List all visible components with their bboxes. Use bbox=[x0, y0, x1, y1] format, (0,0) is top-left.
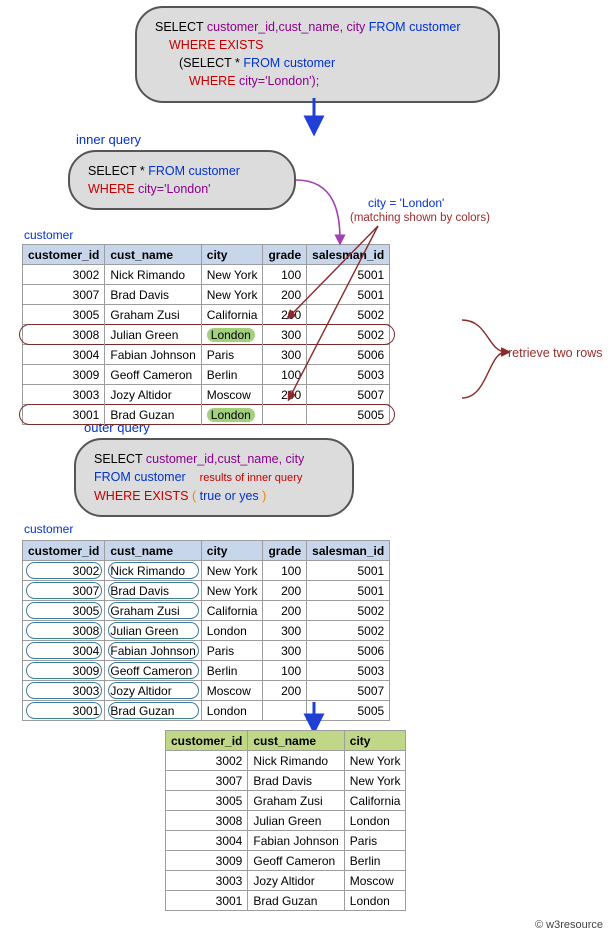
inner-query-box: SELECT * FROM customer WHERE city='Londo… bbox=[68, 150, 296, 210]
table-row: 3004Fabian JohnsonParis bbox=[166, 831, 406, 851]
inner-kw-table: customer bbox=[189, 164, 240, 178]
kw-inner-from: FROM bbox=[243, 56, 280, 70]
outer-kw-cols: customer_id,cust_name, city bbox=[146, 452, 304, 466]
city-eq-annotation: city = 'London' bbox=[368, 196, 444, 210]
col-cust_name: cust_name bbox=[248, 731, 344, 751]
inner-kw-where: WHERE bbox=[88, 182, 135, 196]
inner-box-line2: WHERE city='London' bbox=[88, 180, 276, 198]
table-row: 3002Nick RimandoNew York1005001 bbox=[23, 561, 390, 581]
outer-line1: SELECT customer_id,cust_name, city bbox=[94, 450, 334, 468]
kw-table: customer bbox=[409, 20, 460, 34]
table-row: 3002Nick RimandoNew York1005001 bbox=[23, 265, 390, 285]
col-customer_id: customer_id bbox=[23, 245, 105, 265]
table-row: 3001Brad GuzanLondon bbox=[166, 891, 406, 911]
table-row: 3008Julian GreenLondon3005002 bbox=[23, 621, 390, 641]
table-row: 3005Graham ZusiCalifornia2005002 bbox=[23, 305, 390, 325]
col-cust_name: cust_name bbox=[105, 245, 201, 265]
retrieve-two-rows-label: retrieve two rows bbox=[508, 346, 602, 360]
kw-columns: customer_id,cust_name, city bbox=[207, 20, 365, 34]
inner-box-line1: SELECT * FROM customer bbox=[88, 162, 276, 180]
col-city: city bbox=[344, 731, 406, 751]
inner-kw-from: FROM bbox=[148, 164, 185, 178]
customer-table-label-1: customer bbox=[24, 228, 73, 242]
table-row: 3005Graham ZusiCalifornia2005002 bbox=[23, 601, 390, 621]
main-query-box: SELECT customer_id,cust_name, city FROM … bbox=[135, 6, 500, 103]
outer-line2: FROM customer results of inner query bbox=[94, 468, 334, 487]
outer-query-box: SELECT customer_id,cust_name, city FROM … bbox=[74, 438, 354, 517]
outer-open-paren: ( bbox=[192, 489, 196, 503]
table-row: 3009Geoff CameronBerlin bbox=[166, 851, 406, 871]
main-query-line1: SELECT customer_id,cust_name, city FROM … bbox=[155, 18, 480, 36]
table-row: 3007Brad DavisNew York2005001 bbox=[23, 581, 390, 601]
table-row: 3003Jozy AltidorMoscow2005007 bbox=[23, 681, 390, 701]
col-city: city bbox=[201, 245, 263, 265]
table-row: 3001Brad GuzanLondon5005 bbox=[23, 405, 390, 425]
col-grade: grade bbox=[263, 541, 307, 561]
outer-kw-table: customer bbox=[134, 470, 185, 484]
outer-line3: WHERE EXISTS ( true or yes ) bbox=[94, 487, 334, 505]
outer-query-label: outer query bbox=[84, 420, 150, 435]
kw-select: SELECT bbox=[155, 20, 203, 34]
outer-kw-where-exists: WHERE EXISTS bbox=[94, 489, 188, 503]
col-cust_name: cust_name bbox=[105, 541, 201, 561]
kw-from: FROM bbox=[369, 20, 406, 34]
kw-inner-cond: city='London'); bbox=[239, 74, 319, 88]
main-query-line2: WHERE EXISTS bbox=[155, 36, 480, 54]
col-grade: grade bbox=[263, 245, 307, 265]
table-row: 3008Julian GreenLondon3005002 bbox=[23, 325, 390, 345]
table-row: 3005Graham ZusiCalifornia bbox=[166, 791, 406, 811]
col-customer_id: customer_id bbox=[166, 731, 248, 751]
table-row: 3004Fabian JohnsonParis3005006 bbox=[23, 641, 390, 661]
kw-inner-select: SELECT * bbox=[183, 56, 240, 70]
table-row: 3004Fabian JohnsonParis3005006 bbox=[23, 345, 390, 365]
results-of-inner-note: results of inner query bbox=[200, 472, 303, 484]
outer-kw-from: FROM bbox=[94, 470, 131, 484]
customer-table-2: customer_idcust_namecitygradesalesman_id… bbox=[22, 540, 390, 721]
true-or-yes: true or yes bbox=[200, 489, 259, 503]
inner-kw-cond: city='London' bbox=[138, 182, 211, 196]
col-salesman_id: salesman_id bbox=[307, 245, 390, 265]
customer-table-1: customer_idcust_namecitygradesalesman_id… bbox=[22, 244, 390, 425]
col-city: city bbox=[201, 541, 263, 561]
inner-kw-select: SELECT * bbox=[88, 164, 145, 178]
outer-kw-select: SELECT bbox=[94, 452, 142, 466]
table-row: 3007Brad DavisNew York2005001 bbox=[23, 285, 390, 305]
inner-query-label: inner query bbox=[76, 132, 141, 147]
table-row: 3008Julian GreenLondon bbox=[166, 811, 406, 831]
result-table: customer_idcust_namecity3002Nick Rimando… bbox=[165, 730, 406, 911]
main-query-line3: (SELECT * FROM customer bbox=[155, 54, 480, 72]
kw-inner-where: WHERE bbox=[189, 74, 236, 88]
main-query-line4: WHERE city='London'); bbox=[155, 72, 480, 90]
kw-where-exists: WHERE EXISTS bbox=[169, 38, 263, 52]
matching-annotation: (matching shown by colors) bbox=[350, 212, 490, 224]
outer-close-paren: ) bbox=[262, 489, 266, 503]
kw-inner-table: customer bbox=[284, 56, 335, 70]
table-row: 3003Jozy AltidorMoscow2005007 bbox=[23, 385, 390, 405]
customer-table-label-2: customer bbox=[24, 522, 73, 536]
table-row: 3003Jozy AltidorMoscow bbox=[166, 871, 406, 891]
table-row: 3009Geoff CameronBerlin1005003 bbox=[23, 661, 390, 681]
table-row: 3002Nick RimandoNew York bbox=[166, 751, 406, 771]
table-row: 3007Brad DavisNew York bbox=[166, 771, 406, 791]
col-customer_id: customer_id bbox=[23, 541, 105, 561]
col-salesman_id: salesman_id bbox=[307, 541, 390, 561]
table-row: 3009Geoff CameronBerlin1005003 bbox=[23, 365, 390, 385]
table-row: 3001Brad GuzanLondon5005 bbox=[23, 701, 390, 721]
